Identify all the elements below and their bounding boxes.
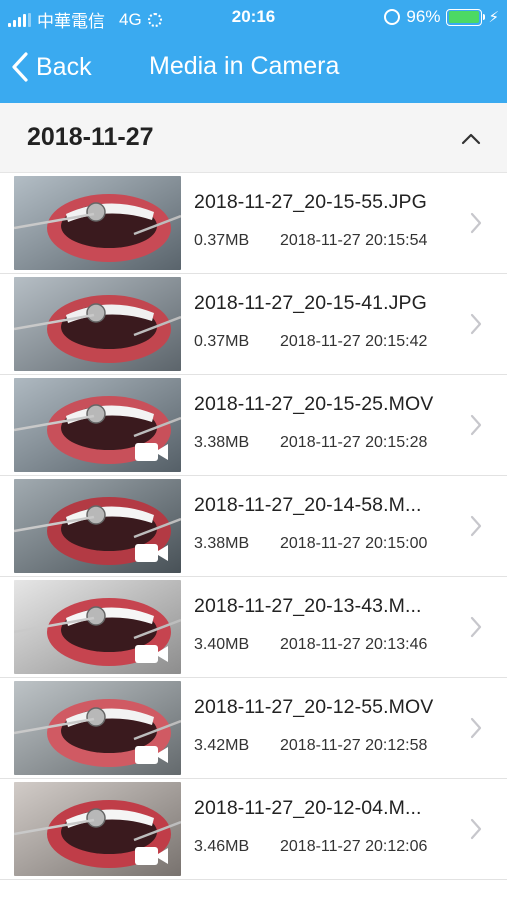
media-thumbnail (14, 782, 181, 876)
thumbnail-image (14, 176, 181, 270)
chevron-left-icon (12, 52, 28, 82)
file-date: 2018-11-27 20:12:58 (280, 737, 428, 754)
file-date: 2018-11-27 20:15:00 (280, 535, 428, 552)
alarm-clock-icon (384, 9, 401, 25)
file-size: 3.46MB (194, 838, 250, 855)
battery-level (448, 11, 479, 23)
file-name: 2018-11-27_20-13-43.M... (194, 595, 422, 617)
battery-percent: 96% (406, 7, 441, 26)
media-thumbnail (14, 176, 181, 270)
charging-bolt-icon: ⚡ (488, 8, 499, 26)
file-size: 3.38MB (194, 434, 250, 451)
file-name: 2018-11-27_20-14-58.M... (194, 494, 422, 516)
video-camera-icon (135, 544, 168, 562)
file-row[interactable]: 2018-11-27_20-12-04.M... 3.46MB 2018-11-… (0, 779, 507, 880)
file-name: 2018-11-27_20-15-41.JPG (194, 292, 427, 314)
file-name: 2018-11-27_20-15-25.MOV (194, 393, 434, 415)
video-camera-icon (135, 645, 168, 663)
file-name: 2018-11-27_20-12-04.M... (194, 797, 422, 819)
file-row[interactable]: 2018-11-27_20-15-41.JPG 0.37MB 2018-11-2… (0, 274, 507, 375)
back-button[interactable]: Back (12, 52, 92, 82)
page-title: Media in Camera (149, 52, 340, 80)
file-row[interactable]: 2018-11-27_20-13-43.M... 3.40MB 2018-11-… (0, 577, 507, 678)
file-date: 2018-11-27 20:15:42 (280, 333, 428, 350)
file-size: 0.37MB (194, 232, 250, 249)
status-right: 96% ⚡ (384, 7, 499, 27)
media-thumbnail (14, 378, 181, 472)
status-bar: 中華電信 4G 20:16 96% ⚡ (0, 0, 507, 36)
file-date: 2018-11-27 20:15:54 (280, 232, 428, 249)
file-name: 2018-11-27_20-15-55.JPG (194, 191, 427, 213)
file-date: 2018-11-27 20:13:46 (280, 636, 428, 653)
chevron-right-icon (470, 818, 482, 840)
file-date: 2018-11-27 20:12:06 (280, 838, 428, 855)
file-size: 3.38MB (194, 535, 250, 552)
video-camera-icon (135, 847, 168, 865)
chevron-right-icon (470, 414, 482, 436)
battery-icon (446, 8, 486, 26)
media-thumbnail (14, 277, 181, 371)
file-row[interactable]: 2018-11-27_20-12-55.MOV 3.42MB 2018-11-2… (0, 678, 507, 779)
section-date: 2018-11-27 (27, 123, 154, 151)
navigation-bar: Back Media in Camera (0, 36, 507, 103)
file-size: 0.37MB (194, 333, 250, 350)
app-header: 中華電信 4G 20:16 96% ⚡ Back Media in Camera (0, 0, 507, 103)
back-label: Back (36, 52, 92, 81)
file-size: 3.40MB (194, 636, 250, 653)
chevron-right-icon (470, 212, 482, 234)
chevron-right-icon (470, 717, 482, 739)
media-thumbnail (14, 580, 181, 674)
date-section-header[interactable]: 2018-11-27 (0, 103, 507, 173)
media-thumbnail (14, 681, 181, 775)
file-row[interactable]: 2018-11-27_20-14-58.M... 3.38MB 2018-11-… (0, 476, 507, 577)
media-thumbnail (14, 479, 181, 573)
file-date: 2018-11-27 20:15:28 (280, 434, 428, 451)
file-name: 2018-11-27_20-12-55.MOV (194, 696, 434, 718)
chevron-up-icon[interactable] (459, 127, 483, 151)
chevron-right-icon (470, 515, 482, 537)
file-row[interactable]: 2018-11-27_20-15-55.JPG 0.37MB 2018-11-2… (0, 173, 507, 274)
video-camera-icon (135, 443, 168, 461)
thumbnail-image (14, 277, 181, 371)
chevron-right-icon (470, 313, 482, 335)
file-row[interactable]: 2018-11-27_20-15-25.MOV 3.38MB 2018-11-2… (0, 375, 507, 476)
file-size: 3.42MB (194, 737, 250, 754)
chevron-right-icon (470, 616, 482, 638)
video-camera-icon (135, 746, 168, 764)
media-file-list: 2018-11-27_20-15-55.JPG 0.37MB 2018-11-2… (0, 173, 507, 880)
